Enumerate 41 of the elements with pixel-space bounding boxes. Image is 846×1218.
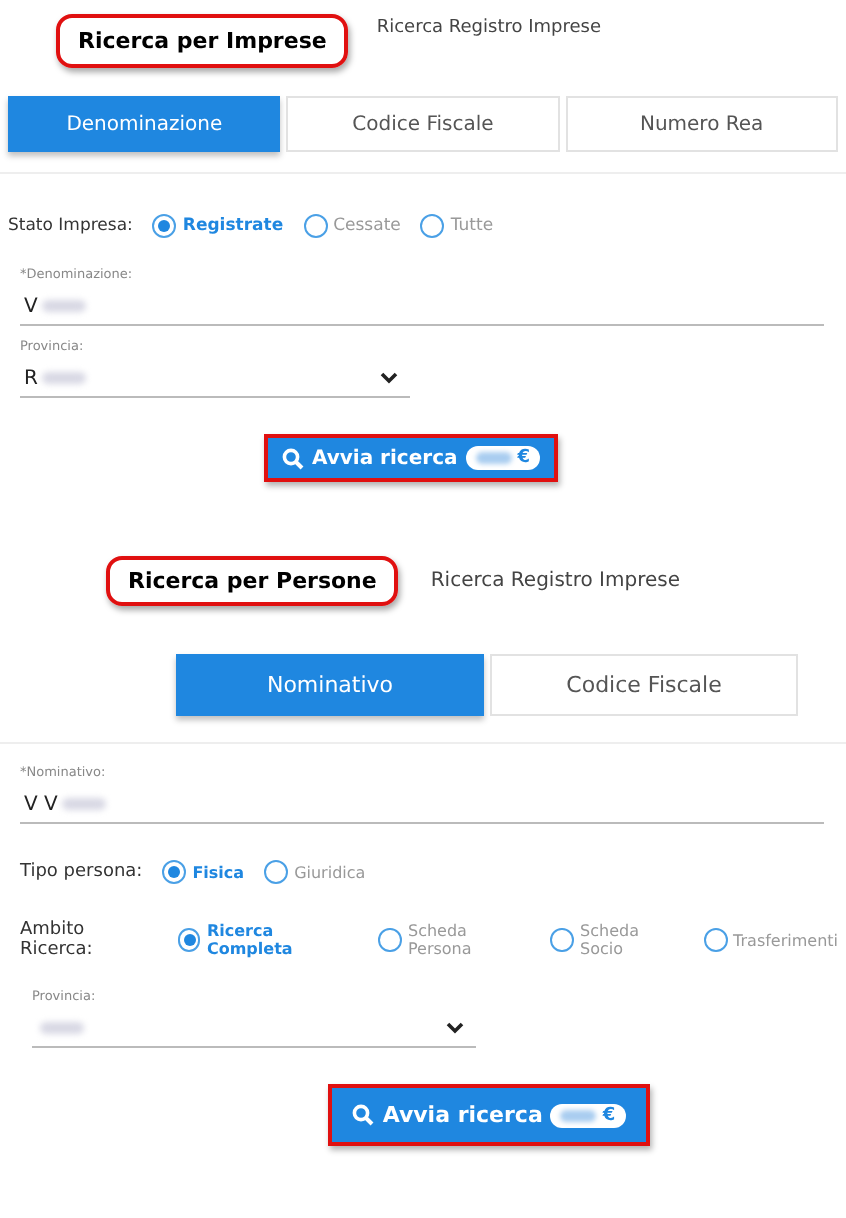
section-subtitle: Ricerca Registro Imprese	[430, 570, 680, 592]
search-button[interactable]: Avvia ricerca €	[328, 1084, 650, 1146]
radio-label: Registrate	[182, 216, 284, 236]
radio-label: Scheda Persona	[407, 922, 474, 958]
search-icon	[281, 447, 304, 469]
tab[interactable]: Codice Fiscale	[286, 96, 560, 152]
radio-button[interactable]	[303, 214, 328, 238]
radio-button[interactable]	[550, 928, 575, 952]
tab[interactable]: Codice Fiscale	[490, 654, 798, 716]
radio-button[interactable]	[177, 928, 201, 952]
province-dropdown[interactable]: R	[20, 360, 410, 398]
tab[interactable]: Nominativo	[176, 654, 484, 716]
radio-label: Scheda Socio	[580, 922, 641, 958]
tab[interactable]: Denominazione	[8, 96, 281, 152]
radio-label: Tutte	[450, 216, 494, 236]
search-icon	[352, 1104, 375, 1126]
price-badge: €	[550, 1103, 626, 1127]
field-label: Ambito Ricerca:	[20, 920, 95, 960]
radio-label: Trasferimenti	[733, 931, 839, 949]
section-title: Ricerca per Persone	[106, 556, 399, 606]
radio-button[interactable]	[420, 214, 445, 238]
search-button[interactable]: Avvia ricerca €	[263, 434, 559, 482]
section-title: Ricerca per Imprese	[56, 13, 349, 67]
radio-button[interactable]	[264, 860, 289, 884]
section-subtitle: Ricerca Registro Imprese	[376, 18, 601, 38]
field-label: Stato Impresa:	[8, 216, 133, 236]
input-field[interactable]: V V	[20, 786, 824, 824]
radio-label: Ricerca Completa	[206, 922, 295, 958]
field-label: Tipo persona:	[20, 862, 143, 882]
chevron-down-icon	[380, 372, 398, 384]
radio-button[interactable]	[378, 928, 402, 952]
tab[interactable]: Numero Rea	[565, 96, 838, 152]
radio-label: Giuridica	[294, 863, 366, 881]
radio-label: Fisica	[192, 863, 245, 881]
radio-button[interactable]	[152, 214, 177, 238]
price-badge: €	[465, 446, 541, 470]
radio-button[interactable]	[703, 928, 728, 952]
input-field[interactable]: V	[20, 288, 824, 326]
chevron-down-icon	[446, 1022, 464, 1034]
radio-button[interactable]	[162, 860, 187, 884]
radio-label: Cessate	[333, 216, 401, 236]
